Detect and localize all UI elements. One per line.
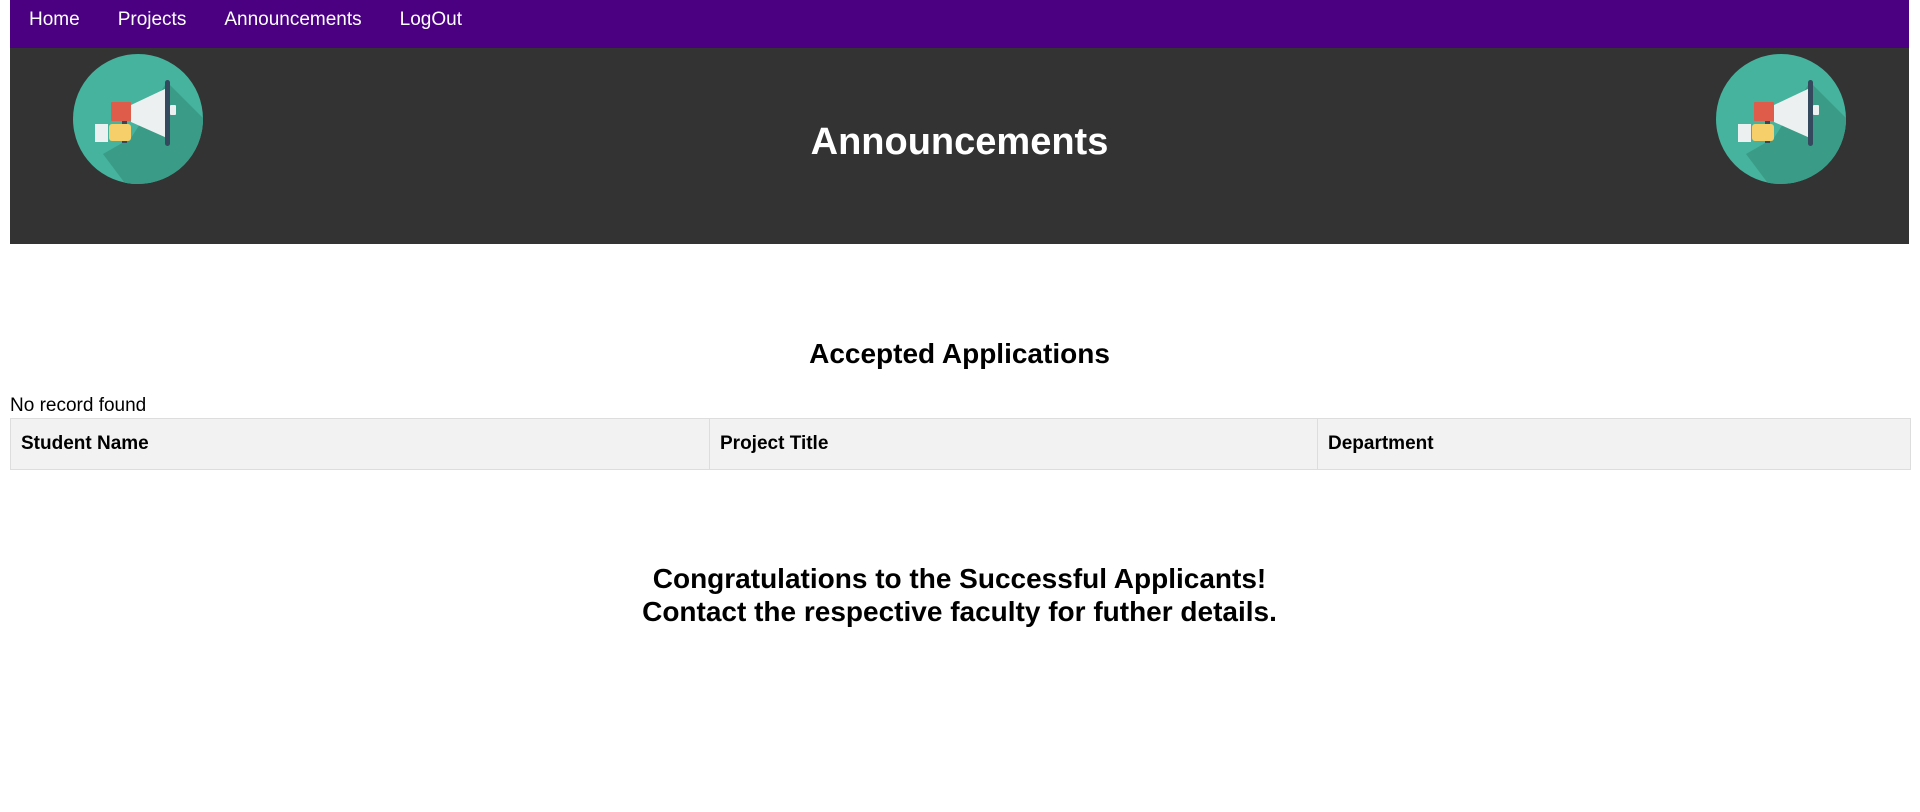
empty-state-message: No record found: [10, 395, 147, 416]
nav-logout-link[interactable]: LogOut: [381, 0, 481, 30]
congrats-line-2: Contact the respective faculty for futhe…: [642, 596, 1277, 627]
accepted-applications-table: Student Name Project Title Department: [10, 418, 1911, 470]
header-banner: Announcements: [10, 48, 1909, 244]
page: Home Projects Announcements LogOut Annou…: [0, 0, 1920, 812]
congrats-line-1: Congratulations to the Successful Applic…: [652, 563, 1267, 594]
banner-title: Announcements: [810, 121, 1109, 163]
column-header-student-name: Student Name: [10, 418, 710, 470]
column-header-project-title: Project Title: [709, 418, 1318, 470]
column-header-department: Department: [1317, 418, 1911, 470]
congratulations-message: Congratulations to the Successful Applic…: [10, 562, 1909, 628]
table-header-row: Student Name Project Title Department: [10, 418, 1911, 470]
nav-projects-link[interactable]: Projects: [99, 0, 206, 30]
top-navbar: Home Projects Announcements LogOut: [10, 0, 1909, 48]
megaphone-icon: [73, 54, 203, 184]
nav-home-link[interactable]: Home: [10, 0, 99, 30]
nav-announcements-link[interactable]: Announcements: [205, 0, 380, 30]
section-heading: Accepted Applications: [809, 338, 1110, 369]
megaphone-icon: [1716, 54, 1846, 184]
